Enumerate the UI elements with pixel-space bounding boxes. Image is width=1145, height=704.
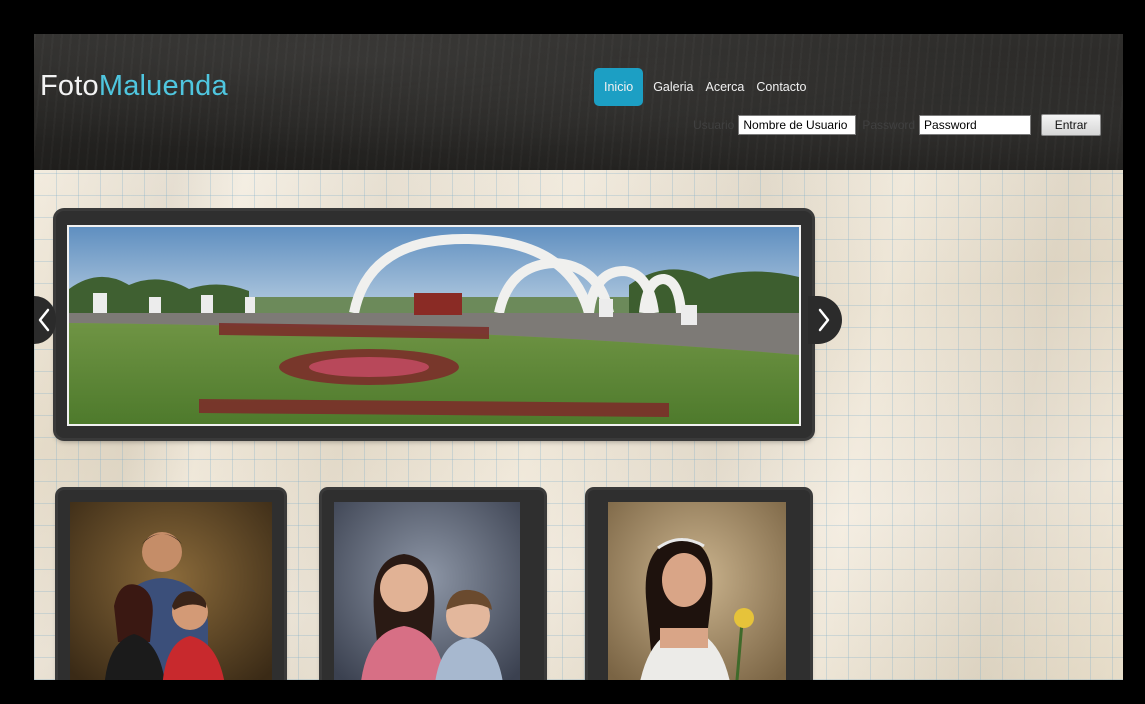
slide-image — [67, 225, 801, 426]
photo-children-portrait — [334, 502, 520, 680]
thumbnail-card[interactable] — [322, 490, 544, 680]
nav-item-acerca[interactable]: Acerca — [699, 80, 750, 94]
password-label: Password — [862, 118, 916, 132]
thumbnail-photo — [70, 502, 272, 680]
photo-quinceanera-portrait — [608, 502, 786, 680]
thumbnail-photo — [608, 502, 786, 680]
nav-item-contacto[interactable]: Contacto — [750, 80, 812, 94]
login-submit-button[interactable]: Entrar — [1041, 114, 1102, 136]
thumbnail-photo — [334, 502, 520, 680]
logo-primary-text: Foto — [40, 70, 99, 102]
photo-family-portrait — [70, 502, 272, 680]
nav-item-galeria[interactable]: Galeria — [647, 80, 699, 94]
slider-prev-button[interactable] — [34, 296, 56, 344]
slide-photo-arches — [69, 227, 799, 424]
thumbnail-card[interactable] — [588, 490, 810, 680]
chevron-left-icon — [38, 308, 50, 332]
login-form: Usuario Password Entrar — [693, 114, 1102, 136]
nav-item-inicio[interactable]: Inicio — [594, 68, 644, 106]
image-slider — [56, 211, 812, 438]
site-header: FotoMaluenda Inicio Galeria Acerca Conta… — [34, 34, 1123, 170]
slider-next-button[interactable] — [808, 296, 842, 344]
password-input[interactable] — [919, 115, 1032, 135]
logo-accent-text: Maluenda — [98, 70, 228, 102]
page-frame: FotoMaluenda Inicio Galeria Acerca Conta… — [34, 34, 1123, 680]
main-nav: Inicio Galeria Acerca Contacto — [594, 68, 812, 106]
site-logo[interactable]: FotoMaluenda — [40, 70, 228, 103]
chevron-right-icon — [818, 308, 830, 332]
username-label: Usuario — [693, 118, 735, 132]
thumbnail-card[interactable] — [58, 490, 284, 680]
main-content — [34, 170, 1123, 680]
username-input[interactable] — [738, 115, 857, 135]
